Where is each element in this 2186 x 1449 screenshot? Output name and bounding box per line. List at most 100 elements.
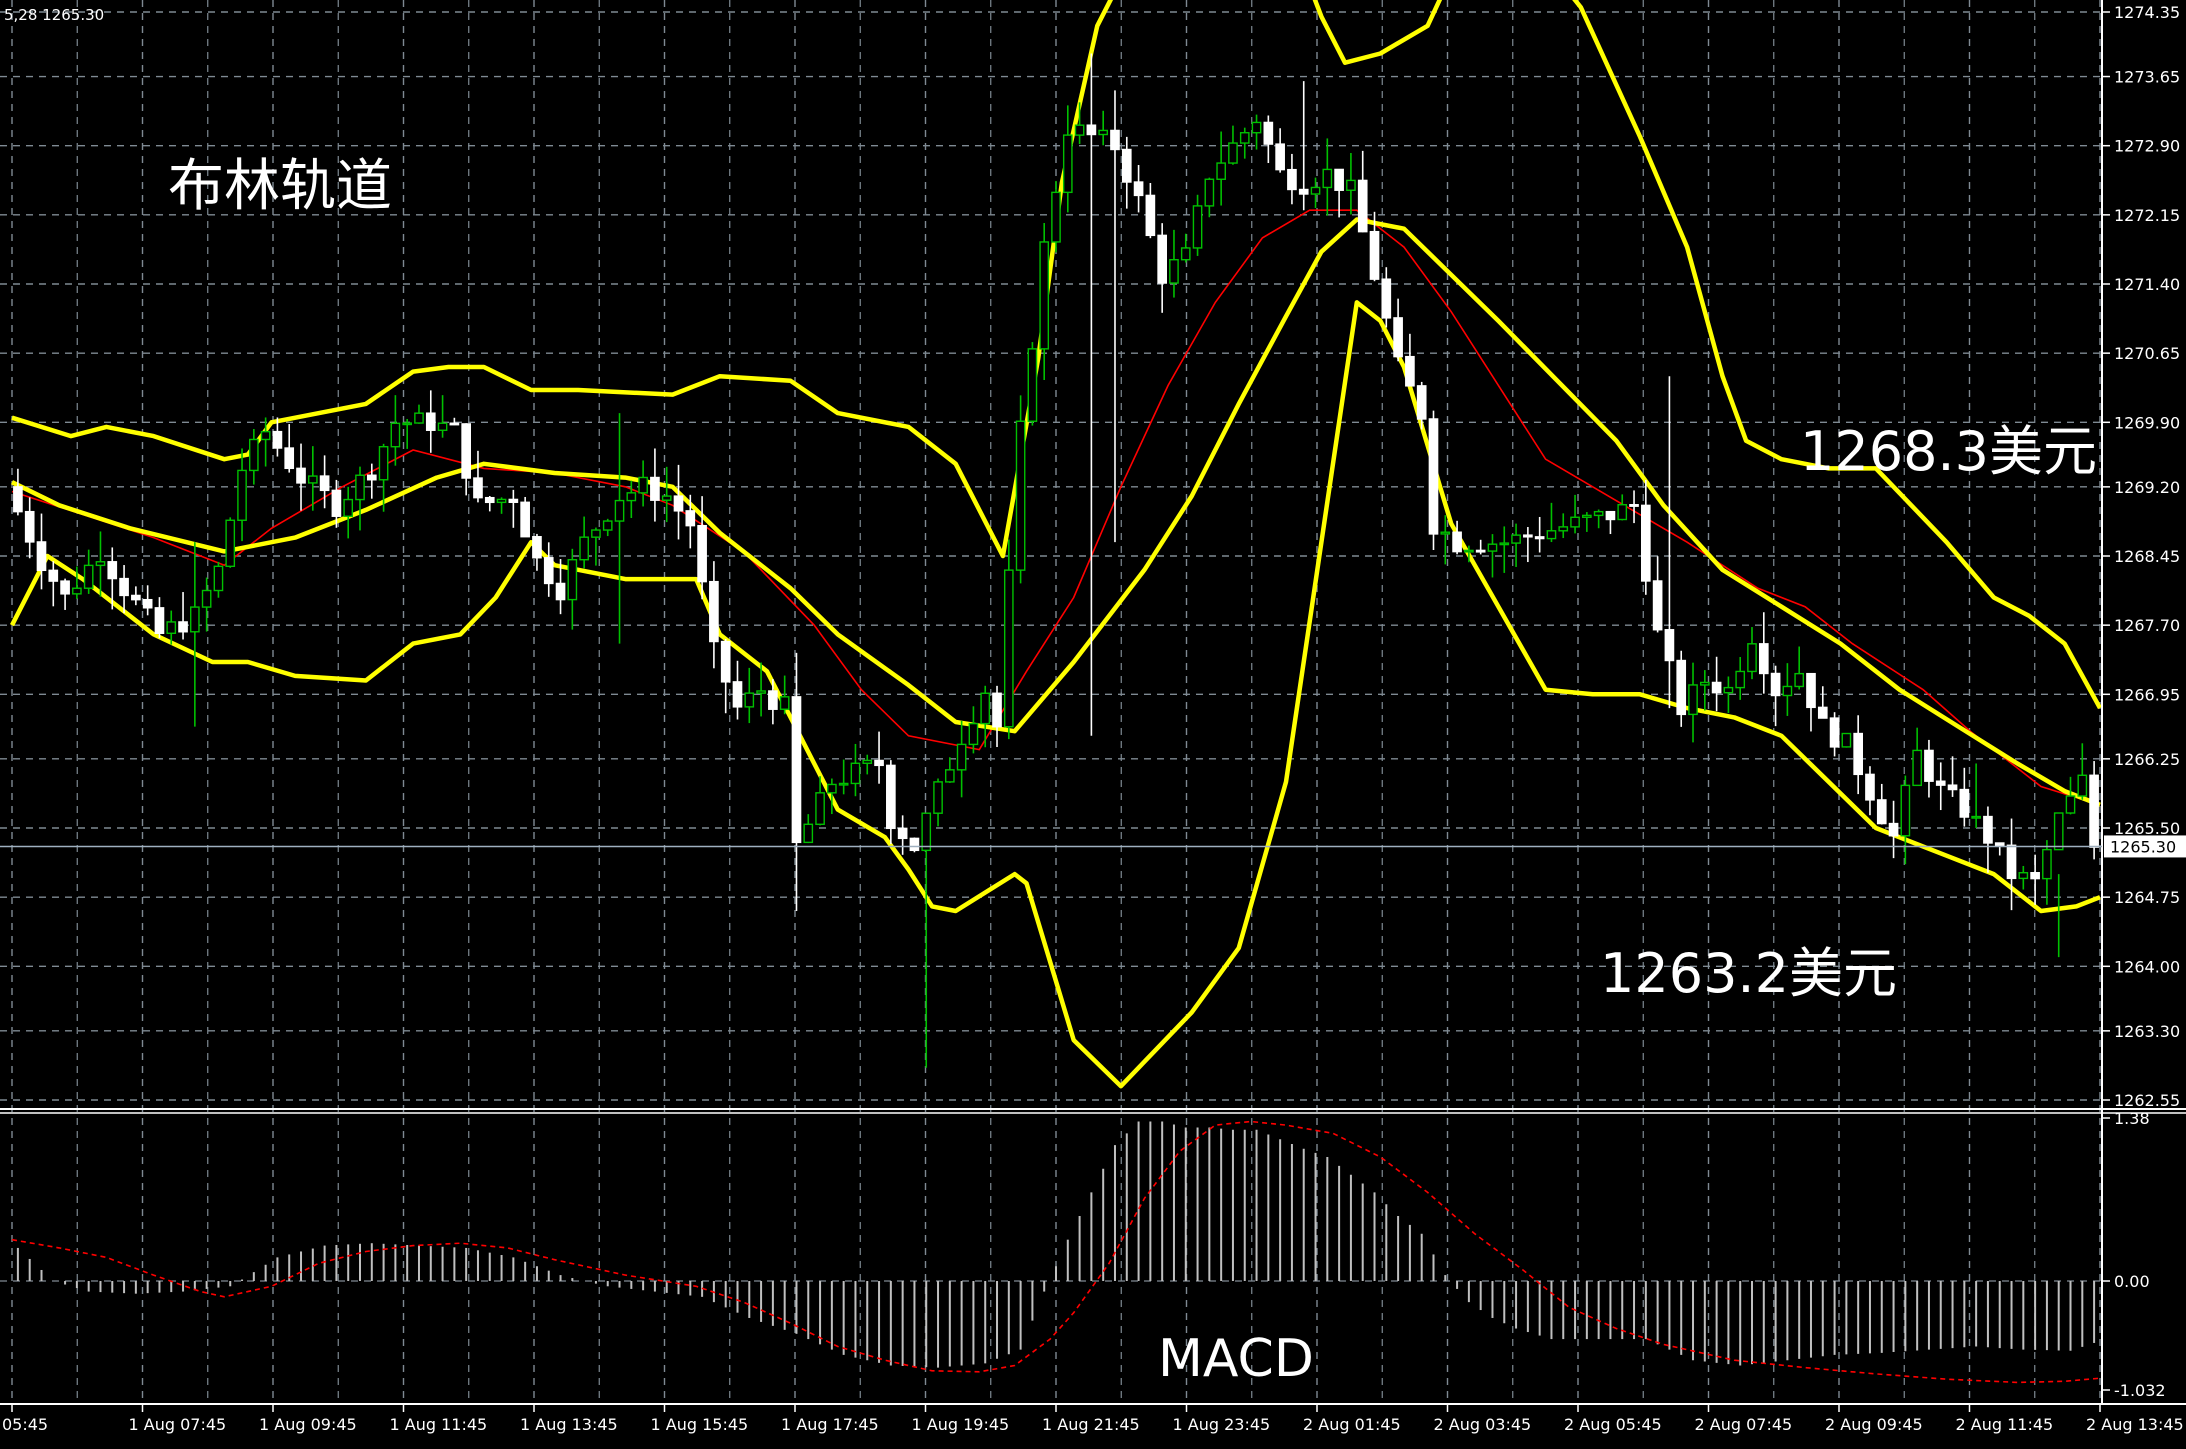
candle-body xyxy=(1829,717,1840,748)
price-tick-label: 1269.20 xyxy=(2114,478,2180,497)
candle-body xyxy=(1487,543,1498,552)
candle-body xyxy=(1405,355,1415,387)
candle-body xyxy=(638,476,648,494)
candle-body xyxy=(60,580,70,595)
price-tick-label: 1272.90 xyxy=(2114,137,2180,156)
candle-body xyxy=(1263,121,1274,145)
candle-body xyxy=(1039,241,1050,350)
candle-body xyxy=(862,759,873,764)
time-tick-label: 2 Aug 11:45 xyxy=(1956,1415,2054,1434)
candle-body xyxy=(1900,784,1911,837)
candle-body xyxy=(249,438,259,472)
candle-body xyxy=(532,536,542,559)
candle-body xyxy=(484,496,495,504)
candle-body xyxy=(1239,132,1250,144)
candle-body xyxy=(461,423,471,479)
candle-body xyxy=(602,520,613,531)
price-tick-label: 1266.25 xyxy=(2114,750,2180,769)
candle-body xyxy=(1298,188,1309,195)
candle-body xyxy=(945,769,955,783)
candle-body xyxy=(1015,420,1026,571)
macd-tick-label: -1.032 xyxy=(2114,1381,2166,1400)
candle-body xyxy=(1664,629,1675,662)
candle-body xyxy=(1428,418,1439,535)
upper-band-annotation: 1268.3美元 xyxy=(1800,420,2097,483)
candle-body xyxy=(909,837,920,852)
candle-body xyxy=(119,577,129,597)
candle-body xyxy=(1216,162,1226,180)
candle-body xyxy=(1782,685,1793,697)
candle-body xyxy=(555,582,566,601)
candle-body xyxy=(473,477,483,499)
candle-body xyxy=(1416,385,1427,420)
price-tick-label: 1266.95 xyxy=(2114,685,2180,704)
candle-body xyxy=(437,422,448,431)
candle-body xyxy=(1947,784,1958,791)
candle-body xyxy=(1003,569,1014,728)
candle-body xyxy=(1393,317,1403,358)
candle-body xyxy=(1499,542,1510,546)
candle-body xyxy=(1605,510,1616,521)
candle-body xyxy=(378,446,389,481)
candle-body xyxy=(201,589,212,608)
candle-body xyxy=(1629,504,1639,507)
candle-body xyxy=(2042,848,2052,880)
candle-body xyxy=(1617,504,1628,521)
candle-body xyxy=(213,565,224,592)
time-tick-label: 2 Aug 13:45 xyxy=(2086,1415,2184,1434)
candle-body xyxy=(815,792,825,825)
time-tick-label: 1 Aug 21:45 xyxy=(1042,1415,1140,1434)
candle-body xyxy=(1098,129,1109,136)
candle-body xyxy=(803,823,814,844)
candle-body xyxy=(744,692,755,708)
chart-container: 1274.35 1273.65 1272.90 1272.15 1271.40 1270.… xyxy=(0,0,2186,1444)
candle-body xyxy=(1287,168,1297,191)
candle-body xyxy=(260,430,271,441)
time-tick-label: 1 Aug 15:45 xyxy=(651,1415,749,1434)
price-tick-label: 1265.50 xyxy=(2114,819,2180,838)
candle-body xyxy=(1865,773,1875,801)
price-tick-label: 1273.65 xyxy=(2114,68,2180,87)
candle-body xyxy=(107,561,118,580)
candle-body xyxy=(1971,815,1981,819)
candle-body xyxy=(2006,844,2017,880)
candle-body xyxy=(1983,815,1993,844)
price-tick-label: 1267.70 xyxy=(2114,616,2180,635)
candle-body xyxy=(2065,795,2076,814)
candle-body xyxy=(614,499,625,522)
chart-title: 布林轨道 xyxy=(168,154,392,219)
candle-body xyxy=(131,594,141,601)
candle-body xyxy=(827,783,837,794)
candle-body xyxy=(980,692,991,725)
candle-body xyxy=(1310,186,1321,195)
time-tick-label: 2 Aug 05:45 xyxy=(1564,1415,1662,1434)
candle-body xyxy=(1676,659,1687,716)
chart-svg: 1274.35 1273.65 1272.90 1272.15 1271.40 1270.… xyxy=(0,0,2186,1444)
candle-body xyxy=(992,692,1002,728)
candle-body xyxy=(1888,822,1899,837)
candle-body xyxy=(1334,168,1344,191)
candle-body xyxy=(1121,148,1132,183)
candle-body xyxy=(1582,514,1592,518)
candle-body xyxy=(791,696,802,844)
candle-body xyxy=(543,557,554,585)
candle-body xyxy=(319,475,330,492)
time-tick-label: 2 Aug 01:45 xyxy=(1303,1415,1401,1434)
candle-body xyxy=(1959,788,1970,818)
candle-body xyxy=(673,495,684,512)
candle-body xyxy=(414,412,424,424)
lower-band-annotation: 1263.2美元 xyxy=(1600,942,1897,1005)
candle-body xyxy=(1511,534,1521,544)
candle-body xyxy=(650,476,660,501)
candle-body xyxy=(1806,672,1816,709)
candle-body xyxy=(296,467,306,484)
candle-body xyxy=(425,412,436,431)
candle-body xyxy=(225,519,236,568)
candle-body xyxy=(178,621,188,633)
candle-body xyxy=(1157,234,1167,284)
candle-body xyxy=(1475,549,1486,553)
candle-body xyxy=(1711,681,1722,694)
candle-body xyxy=(1699,681,1710,686)
candle-body xyxy=(1381,278,1392,319)
candle-body xyxy=(1062,134,1073,194)
